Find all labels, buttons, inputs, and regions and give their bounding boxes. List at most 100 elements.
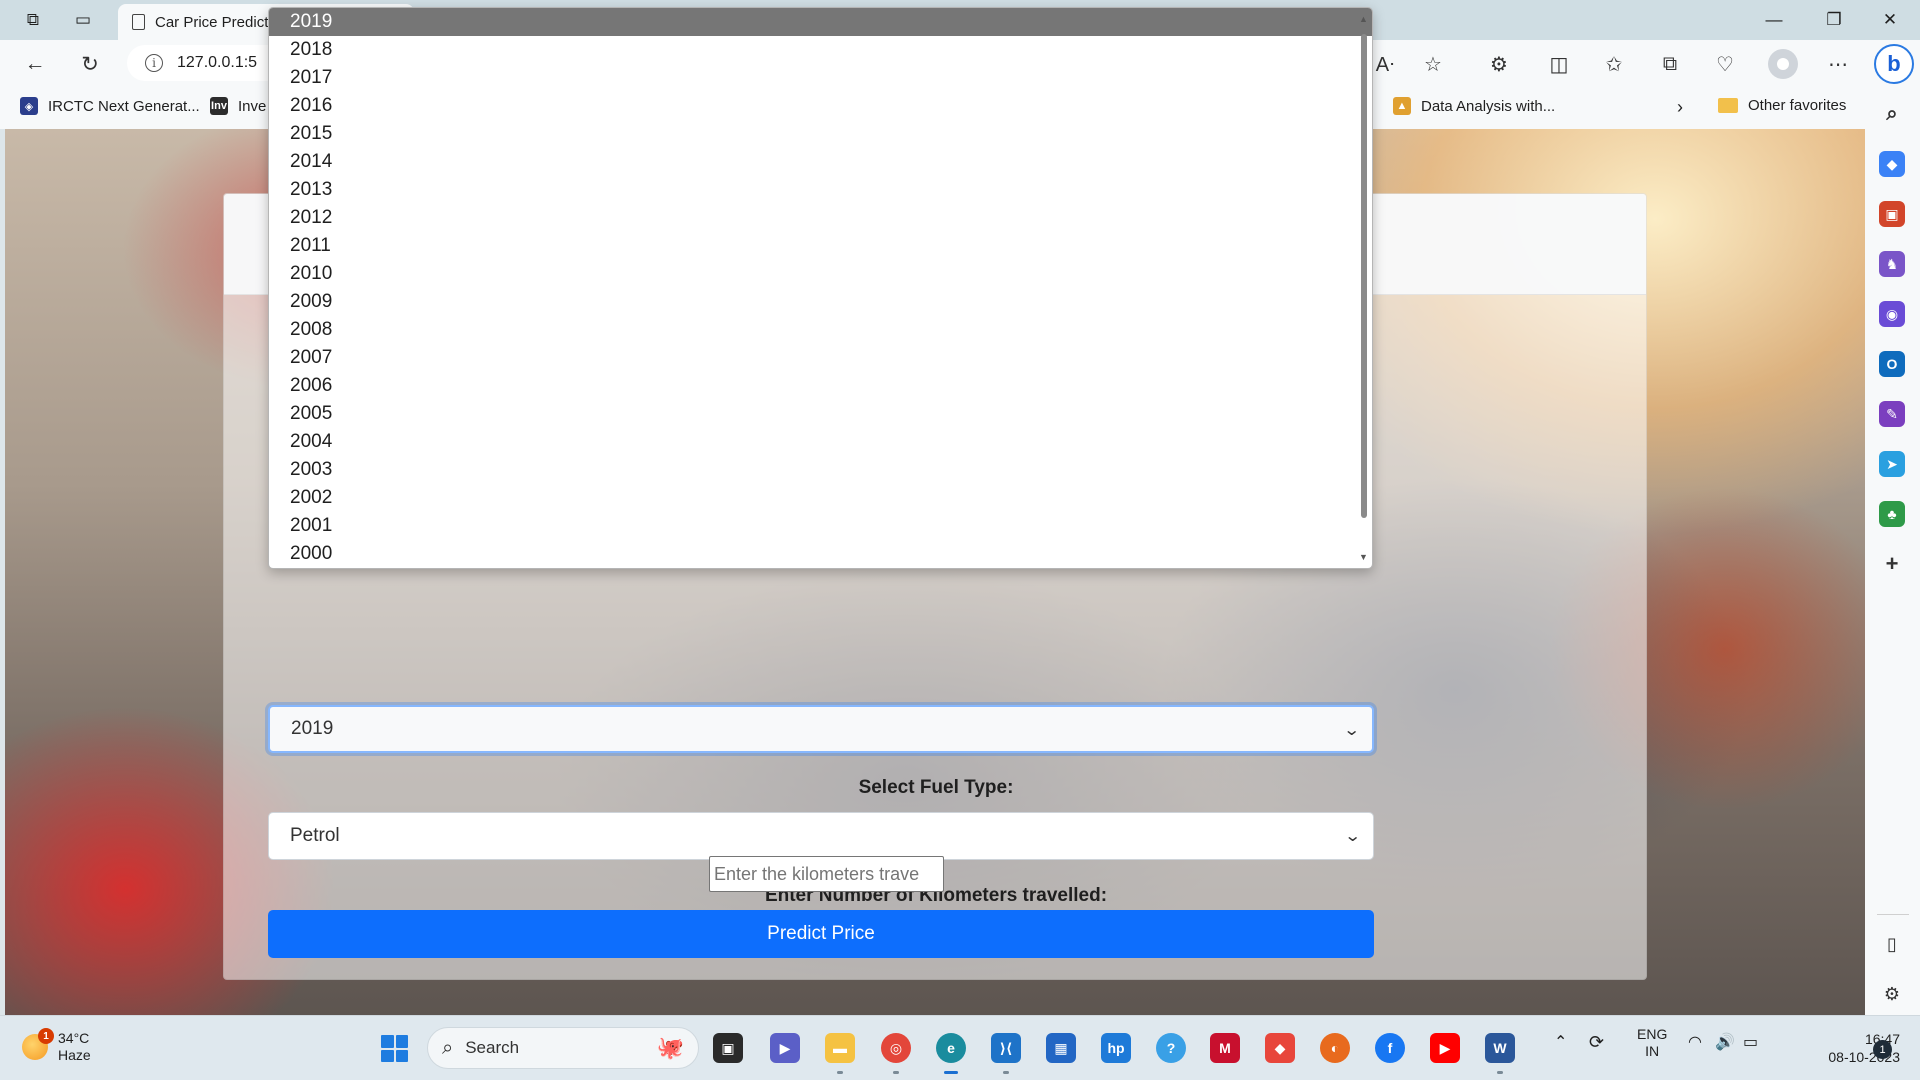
weather-temperature: 34°C [58,1030,90,1046]
youtube-icon[interactable]: ▶ [1430,1033,1460,1063]
anydesk-icon[interactable]: ◆ [1265,1033,1295,1063]
investing-icon: Inv [210,97,228,115]
irctc-icon: ◈ [20,97,38,115]
read-aloud-icon[interactable]: Aᐧ [1370,49,1400,79]
year-option[interactable]: 2019 [269,8,1372,36]
year-option[interactable]: 2009 [269,288,1372,316]
year-option[interactable]: 2003 [269,456,1372,484]
workspaces-icon[interactable]: ⧉ [20,8,46,32]
taskbar-search[interactable]: ⌕ Search 🐙 [427,1027,699,1069]
running-indicator [837,1071,843,1074]
refresh-icon[interactable]: ↻ [75,49,105,79]
firefox-icon[interactable]: ◐ [1320,1033,1350,1063]
sync-icon[interactable]: ⟳ [1589,1032,1604,1053]
myhp-icon[interactable]: hp [1101,1033,1131,1063]
microsoft-365-icon[interactable]: ◉ [1879,301,1905,327]
year-option[interactable]: 2016 [269,92,1372,120]
tools-icon[interactable]: ▣ [1879,201,1905,227]
scrollbar-thumb[interactable] [1361,34,1367,518]
year-option[interactable]: 2008 [269,316,1372,344]
year-select[interactable]: 2019 ⌄ [268,705,1374,753]
site-info-icon[interactable]: i [145,54,163,72]
facebook-icon[interactable]: f [1375,1033,1405,1063]
year-option[interactable]: 2012 [269,204,1372,232]
outlook-icon[interactable]: O [1879,351,1905,377]
close-window-button[interactable]: ✕ [1862,0,1918,40]
volume-icon[interactable]: 🔊 [1715,1032,1735,1052]
year-option[interactable]: 2018 [269,36,1372,64]
teams-chat-icon[interactable]: ▶ [770,1033,800,1063]
add-icon[interactable]: + [1879,551,1905,577]
battery-icon[interactable]: ▭ [1743,1032,1758,1052]
dropdown-scrollbar[interactable]: ▲ ▼ [1358,12,1370,564]
running-indicator [893,1071,899,1074]
fuel-type-select[interactable]: Petrol ⌄ [268,812,1374,860]
chrome-icon[interactable]: ◎ [881,1033,911,1063]
predict-price-button[interactable]: Predict Price [268,910,1374,958]
send-icon[interactable]: ➤ [1879,451,1905,477]
year-option[interactable]: 2005 [269,400,1372,428]
restore-button[interactable]: ❐ [1806,0,1862,40]
weather-widget[interactable]: 1 34°C Haze [22,1028,91,1064]
favorite-investing[interactable]: Inv Inve [210,97,266,115]
scroll-up-arrow-icon[interactable]: ▲ [1359,14,1368,24]
year-option[interactable]: 2017 [269,64,1372,92]
favorite-star-icon[interactable]: ☆ [1418,49,1448,79]
scroll-down-arrow-icon[interactable]: ▼ [1359,552,1368,562]
year-dropdown-list[interactable]: 2019 2018 2017 2016 2015 2014 2013 2012 2011 2010… [268,7,1373,569]
language-indicator[interactable]: ENG IN [1637,1026,1667,1060]
edge-icon[interactable]: e [936,1033,966,1063]
microsoft-store-icon[interactable]: ▦ [1046,1033,1076,1063]
extensions-icon[interactable]: ⚙ [1484,49,1514,79]
favorite-irctc[interactable]: ◈ IRCTC Next Generat... [20,97,200,115]
show-hidden-icons-chevron-icon[interactable]: ⌃ [1554,1032,1567,1052]
hide-sidebar-icon[interactable]: ▯ [1879,931,1905,957]
weather-description: Haze [58,1047,91,1063]
kilometers-input[interactable] [709,856,944,892]
year-option[interactable]: 2004 [269,428,1372,456]
tab-title: Car Price Predict [155,13,269,31]
other-favorites-folder[interactable]: Other favorites [1718,97,1846,114]
taskbar-search-label: Search [465,1038,520,1057]
browser-essentials-icon[interactable]: ♡ [1710,49,1740,79]
notification-badge[interactable]: 1 [1873,1040,1892,1059]
word-icon[interactable]: W [1485,1033,1515,1063]
wifi-icon[interactable]: ◠ [1688,1032,1702,1052]
mcafee-icon[interactable]: M [1210,1033,1240,1063]
settings-gear-icon[interactable]: ⚙ [1879,981,1905,1007]
year-option[interactable]: 2014 [269,148,1372,176]
shopping-tag-icon[interactable]: ◆ [1879,151,1905,177]
year-option[interactable]: 2010 [269,260,1372,288]
back-icon[interactable]: ← [20,49,50,79]
year-option[interactable]: 2013 [269,176,1372,204]
collections-icon[interactable]: ⧉ [1655,49,1685,79]
windows-start-icon[interactable] [381,1035,408,1062]
vscode-icon[interactable]: ⟩⟨ [991,1033,1021,1063]
page-icon [132,14,145,30]
tab-actions-icon[interactable]: ▭ [70,8,96,32]
tree-icon[interactable]: ♣ [1879,501,1905,527]
games-icon[interactable]: ♞ [1879,251,1905,277]
year-option[interactable]: 2002 [269,484,1372,512]
favorites-overflow-chevron-icon[interactable]: › [1677,97,1683,118]
year-option[interactable]: 2006 [269,372,1372,400]
fuel-type-label: Select Fuel Type: [858,777,1014,798]
file-explorer-icon[interactable]: ▬ [825,1033,855,1063]
minimize-button[interactable]: — [1746,0,1802,40]
favorites-icon[interactable]: ✩ [1599,49,1629,79]
favorite-data-analysis[interactable]: ▲ Data Analysis with... [1393,97,1555,115]
year-option[interactable]: 2001 [269,512,1372,540]
copilot-icon[interactable]: b [1874,44,1914,84]
designer-icon[interactable]: ✎ [1879,401,1905,427]
split-screen-icon[interactable]: ◫ [1544,49,1574,79]
search-icon[interactable]: ⌕ [1879,101,1905,127]
year-option[interactable]: 2000 [269,540,1372,568]
profile-avatar[interactable] [1768,49,1798,79]
more-options-icon[interactable]: ⋯ [1823,49,1853,79]
get-help-icon[interactable]: ? [1156,1033,1186,1063]
task-view-icon[interactable]: ▣ [713,1033,743,1063]
year-option[interactable]: 2015 [269,120,1372,148]
year-option[interactable]: 2007 [269,344,1372,372]
year-option[interactable]: 2011 [269,232,1372,260]
weather-sun-icon: 1 [22,1028,54,1060]
